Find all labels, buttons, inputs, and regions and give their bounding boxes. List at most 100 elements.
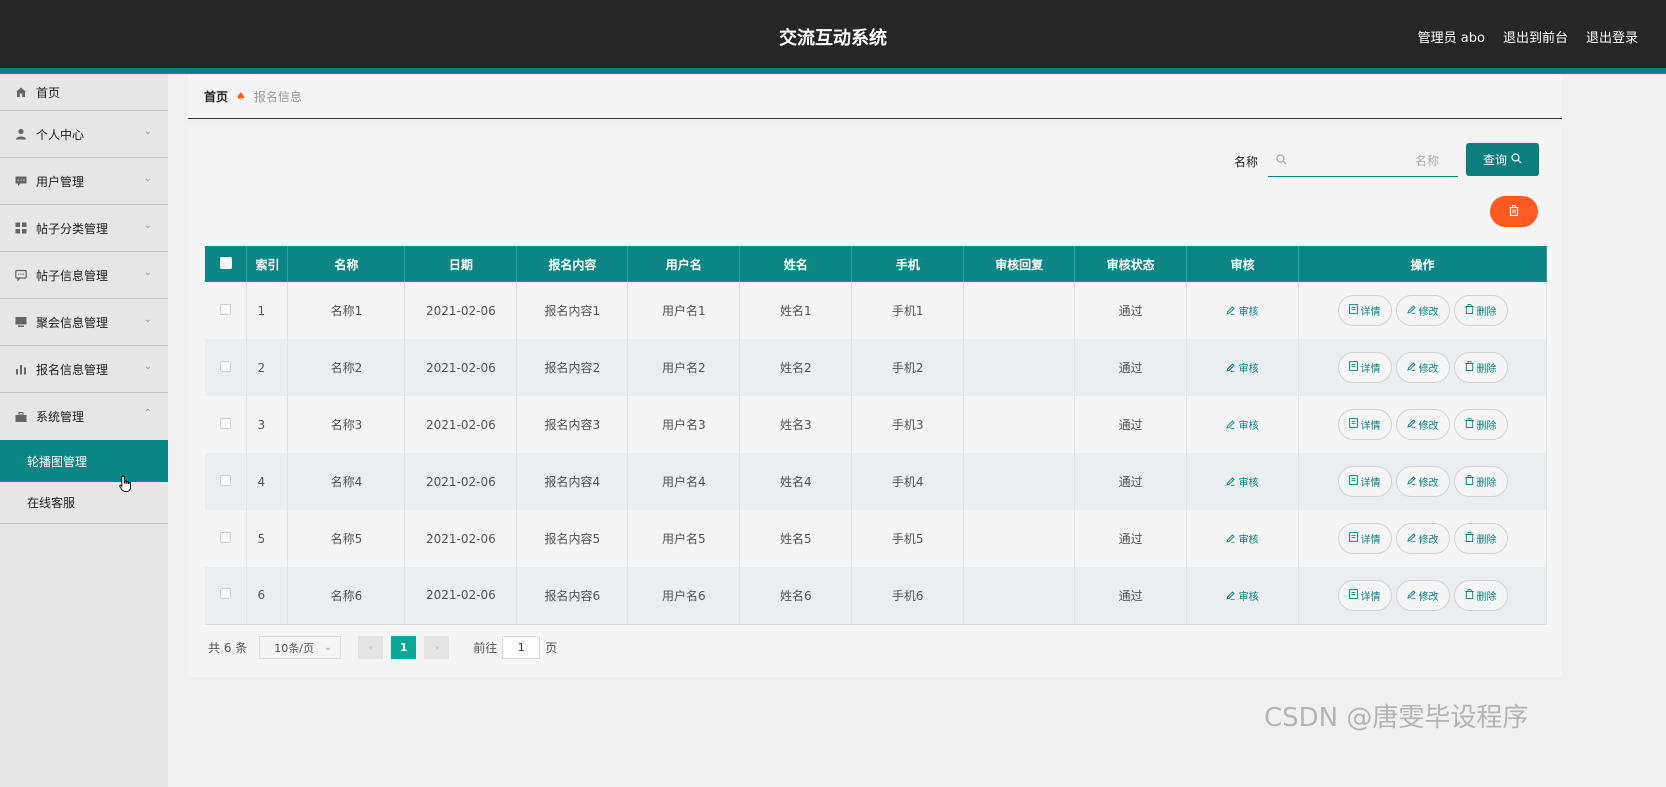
cell-reply: [963, 396, 1076, 453]
breadcrumb-current: 报名信息: [253, 89, 302, 104]
sidebar-item-label: 个人中心: [36, 127, 85, 142]
cell-audit: 审核: [1186, 339, 1300, 396]
breadcrumb-home[interactable]: 首页: [204, 88, 228, 105]
column-header: 名称: [287, 246, 406, 282]
detail-button[interactable]: 详情: [1337, 465, 1392, 497]
delete-button[interactable]: 删除: [1453, 351, 1508, 383]
audit-label: 审核: [1238, 421, 1259, 432]
edit-button[interactable]: 修改: [1395, 523, 1450, 555]
page-number-current[interactable]: 1: [391, 636, 417, 659]
grid-icon: [14, 221, 28, 235]
sidebar-item-post-info[interactable]: 帖子信息管理 ⌄: [0, 252, 168, 299]
select-all-checkbox[interactable]: [219, 256, 232, 269]
delete-button[interactable]: 删除: [1453, 465, 1508, 497]
trash-icon: [1464, 588, 1474, 602]
edit-button[interactable]: 修改: [1395, 466, 1450, 498]
cell-username: 用户名5: [627, 510, 741, 567]
detail-button[interactable]: 详情: [1337, 351, 1392, 383]
sidebar-item-system[interactable]: 系统管理 ⌃: [0, 393, 168, 440]
row-checkbox[interactable]: [220, 303, 232, 315]
cell-realname: 姓名6: [739, 567, 853, 625]
row-select-cell[interactable]: [205, 339, 248, 396]
row-checkbox[interactable]: [220, 588, 232, 600]
audit-link[interactable]: 审核: [1226, 306, 1259, 318]
cell-phone: 手机1: [851, 282, 965, 339]
edit-icon: [1406, 476, 1416, 488]
sidebar-item-party-info[interactable]: 聚会信息管理 ⌄: [0, 299, 168, 346]
edit-button[interactable]: 修改: [1395, 295, 1450, 327]
next-page-button[interactable]: ›: [424, 636, 450, 659]
watermark: CSDN @唐雯毕设程序: [1264, 703, 1529, 733]
chevron-down-icon: ⌄: [143, 361, 152, 372]
logout-link[interactable]: 退出登录: [1586, 27, 1638, 46]
delete-button[interactable]: 删除: [1453, 522, 1508, 554]
cell-content: 报名内容3: [516, 396, 629, 453]
detail-button[interactable]: 详情: [1337, 408, 1392, 440]
audit-link[interactable]: 审核: [1226, 591, 1259, 603]
row-select-cell[interactable]: [205, 510, 248, 567]
back-to-front-link[interactable]: 退出到前台: [1503, 27, 1568, 46]
goto-page-input[interactable]: [502, 636, 541, 659]
audit-link[interactable]: 审核: [1226, 420, 1259, 432]
breadcrumb: 首页 ♠ 报名信息: [188, 74, 1562, 119]
row-checkbox[interactable]: [220, 360, 232, 372]
row-select-cell[interactable]: [205, 282, 248, 339]
admin-user-label[interactable]: 管理员 abo: [1418, 27, 1485, 46]
cell-phone: 手机6: [851, 567, 965, 625]
delete-button[interactable]: 删除: [1453, 579, 1508, 611]
sidebar-item-post-category[interactable]: 帖子分类管理 ⌄: [0, 205, 168, 252]
cell-status: 通过: [1074, 339, 1188, 396]
cell-actions: 详情 修改 删除: [1298, 567, 1547, 625]
sidebar-subitem-carousel[interactable]: 轮播图管理: [0, 440, 168, 482]
select-all-cell[interactable]: [205, 246, 248, 282]
column-header: 日期: [404, 246, 518, 282]
detail-button[interactable]: 详情: [1337, 522, 1392, 554]
cell-audit: 审核: [1186, 282, 1300, 339]
bar-chart-icon: [14, 362, 28, 376]
delete-button[interactable]: 删除: [1453, 294, 1508, 326]
audit-link[interactable]: 审核: [1226, 534, 1259, 546]
chevron-down-icon: ⌄: [143, 126, 152, 137]
cell-actions: 详情 修改 删除: [1298, 453, 1547, 510]
page-size-select[interactable]: 10条/页 ⌄: [259, 636, 342, 659]
cell-content: 报名内容2: [516, 339, 629, 396]
audit-link[interactable]: 审核: [1226, 477, 1259, 489]
cell-username: 用户名4: [627, 453, 741, 510]
sidebar-item-personal-center[interactable]: 个人中心 ⌄: [0, 111, 168, 158]
cell-name: 名称4: [287, 453, 406, 510]
sidebar-item-user-management[interactable]: 用户管理 ⌄: [0, 158, 168, 205]
row-select-cell[interactable]: [205, 567, 248, 625]
row-checkbox[interactable]: [220, 531, 232, 543]
cell-phone: 手机2: [851, 339, 965, 396]
audit-link[interactable]: 审核: [1226, 363, 1259, 375]
edit-label: 修改: [1418, 592, 1439, 603]
cell-content: 报名内容5: [516, 510, 629, 567]
sidebar-item-signup-info[interactable]: 报名信息管理 ⌄: [0, 346, 168, 393]
cell-content: 报名内容6: [516, 567, 629, 625]
row-select-cell[interactable]: [205, 453, 248, 510]
cell-audit: 审核: [1186, 510, 1300, 567]
row-checkbox[interactable]: [220, 474, 232, 486]
row-select-cell[interactable]: [205, 396, 248, 453]
edit-button[interactable]: 修改: [1395, 580, 1450, 611]
chat-icon: [14, 174, 28, 188]
cell-date: 2021-02-06: [404, 453, 518, 510]
cell-reply: [963, 510, 1076, 567]
audit-label: 审核: [1238, 364, 1259, 375]
search-input[interactable]: [1287, 153, 1447, 168]
edit-button[interactable]: 修改: [1395, 352, 1450, 384]
trash-icon: [1464, 417, 1474, 431]
delete-button[interactable]: 删除: [1453, 408, 1508, 440]
sidebar-subitem-online-service[interactable]: 在线客服: [0, 482, 168, 524]
edit-button[interactable]: 修改: [1395, 409, 1450, 441]
message-icon: [14, 268, 28, 282]
detail-button[interactable]: 详情: [1337, 579, 1392, 611]
delete-label: 删除: [1476, 306, 1497, 318]
row-checkbox[interactable]: [220, 417, 232, 429]
batch-delete-button[interactable]: [1490, 196, 1538, 227]
detail-button[interactable]: 详情: [1337, 294, 1392, 326]
trash-icon: [1509, 204, 1519, 219]
sidebar-item-home[interactable]: 首页: [0, 74, 168, 111]
prev-page-button[interactable]: ‹: [358, 636, 384, 659]
query-button[interactable]: 查询: [1466, 143, 1539, 176]
